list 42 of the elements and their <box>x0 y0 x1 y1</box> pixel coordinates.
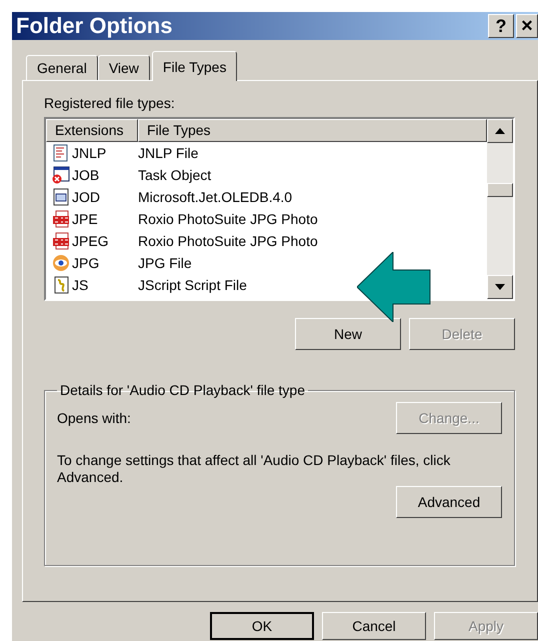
file-type-cell: JScript Script File <box>138 277 247 293</box>
group-title: Details for 'Audio CD Playback' file type <box>59 382 306 398</box>
tab[interactable]: View <box>98 55 150 80</box>
photo-file-icon <box>52 210 70 228</box>
column-header[interactable]: Extensions <box>46 119 138 142</box>
scrollbar-thumb[interactable] <box>487 183 513 197</box>
tab[interactable]: General <box>26 55 98 80</box>
extension-cell: JNLP <box>72 145 106 161</box>
document-icon <box>52 144 70 162</box>
opens-with-label: Opens with: <box>57 410 131 426</box>
file-type-cell: JNLP File <box>138 145 198 161</box>
file-type-list[interactable]: Extensions File Types JNLP JNLP File JOB Task Object JOD Microsoft.Jet.OLEDB.4.0 JPE Roxio PhotoSuite JPG Photo JPEG Roxio PhotoSuite JPG Photo JPG JPG File JS JScript Script File <box>44 117 515 301</box>
dialog-button[interactable]: Cancel <box>322 612 426 640</box>
file-type-cell: Task Object <box>138 167 212 183</box>
extension-cell: JOD <box>72 189 100 205</box>
list-label: Registered file types: <box>44 95 176 111</box>
scroll-down-icon[interactable] <box>495 284 505 290</box>
file-type-cell: JPG File <box>138 255 192 271</box>
description-text: To change settings that affect all 'Audio CD Playback' files, click Advanced. <box>57 452 452 486</box>
file-type-cell: Roxio PhotoSuite JPG Photo <box>138 233 318 249</box>
window-error-icon <box>52 166 70 184</box>
window-title: Folder Options <box>16 13 172 39</box>
scrollbar[interactable] <box>487 119 513 299</box>
eye-icon <box>52 254 70 272</box>
file-type-cell: Roxio PhotoSuite JPG Photo <box>138 211 318 227</box>
extension-cell: JPE <box>72 211 98 227</box>
script-file-icon <box>52 276 70 294</box>
new-button[interactable]: New <box>295 318 401 350</box>
extension-cell: JPG <box>72 255 100 271</box>
dialog-button[interactable]: OK <box>210 612 314 640</box>
tab[interactable]: File Types <box>152 51 238 81</box>
window-icon <box>52 188 70 206</box>
extension-cell: JOB <box>72 167 100 183</box>
file-type-cell: Microsoft.Jet.OLEDB.4.0 <box>138 189 292 205</box>
advanced-button[interactable]: Advanced <box>396 486 502 518</box>
extension-cell: JPEG <box>72 233 109 249</box>
close-button[interactable]: × <box>516 14 538 38</box>
scroll-up-icon[interactable] <box>495 128 505 134</box>
column-header[interactable]: File Types <box>138 119 487 142</box>
photo-file-icon <box>52 232 70 250</box>
extension-cell: JS <box>72 277 88 293</box>
help-button[interactable]: ? <box>488 14 514 38</box>
